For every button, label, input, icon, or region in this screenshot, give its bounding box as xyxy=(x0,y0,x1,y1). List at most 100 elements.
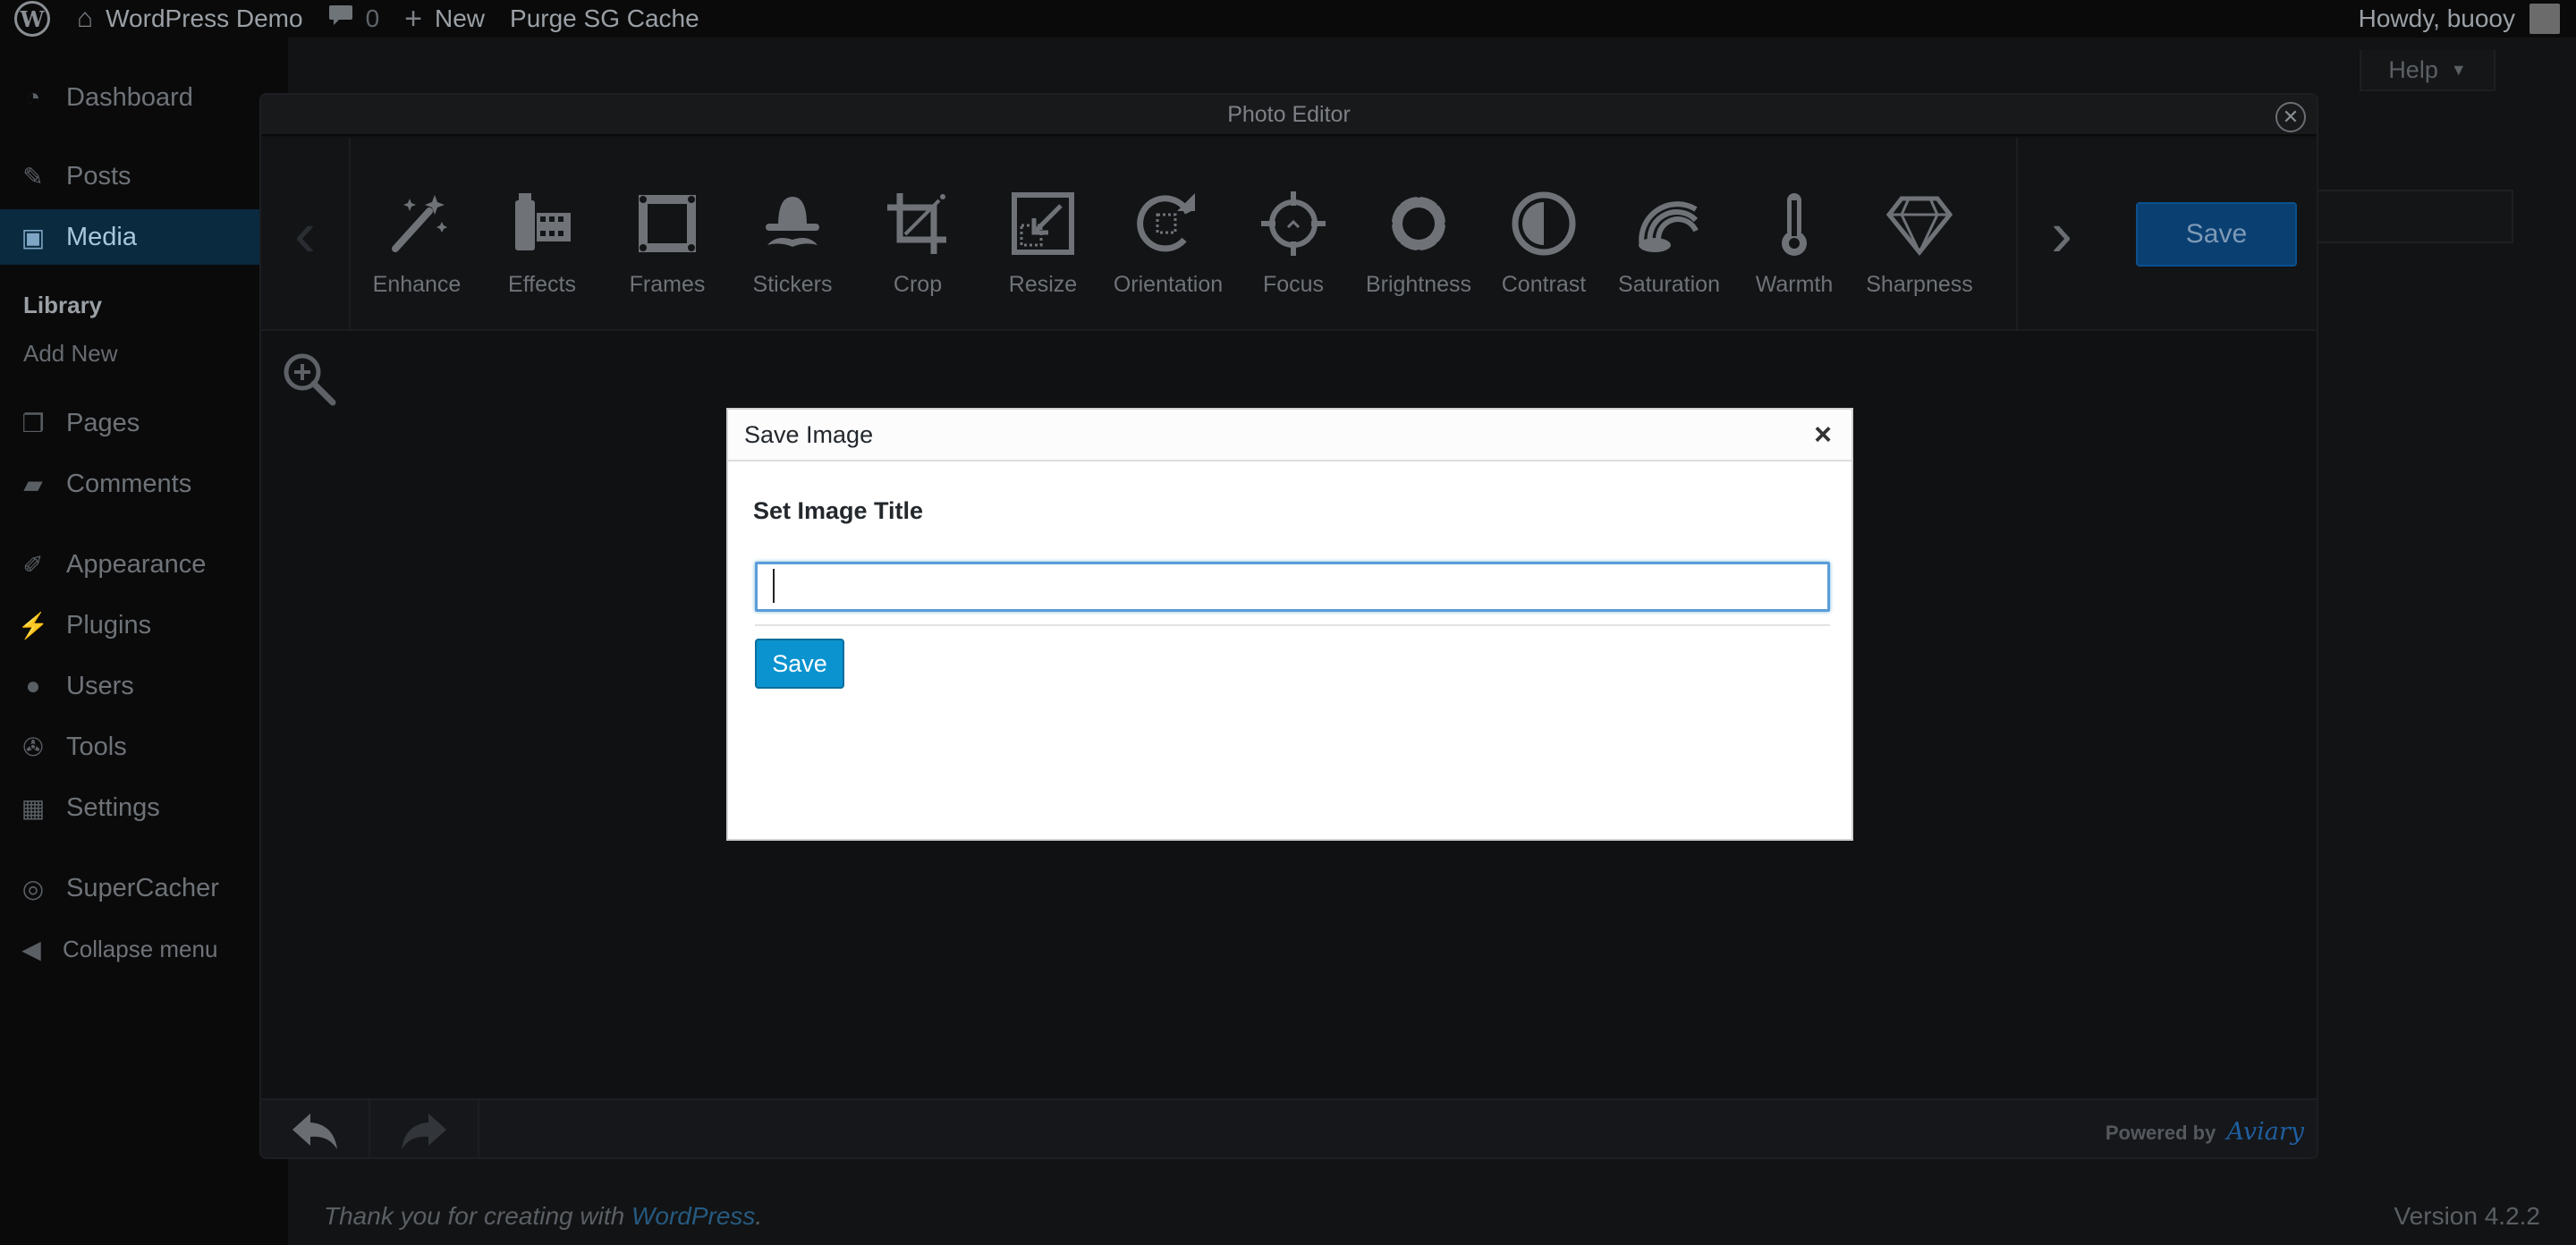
site-name-link[interactable]: ⌂ WordPress Demo xyxy=(77,0,303,38)
crosshair-icon xyxy=(1258,188,1329,259)
thermometer-icon xyxy=(1758,188,1830,259)
save-dialog-save-button[interactable]: Save xyxy=(755,639,844,689)
tool-effects[interactable]: Effects xyxy=(479,138,605,331)
tool-focus[interactable]: Focus xyxy=(1231,138,1356,331)
aviary-logo[interactable]: Aviary xyxy=(2226,1118,2304,1146)
tool-orientation[interactable]: Orientation xyxy=(1106,138,1231,331)
plug-icon: ⚡ xyxy=(17,611,49,639)
footer-thanks: Thank you for creating with WordPress. xyxy=(324,1202,763,1230)
sidebar-item-tools[interactable]: ✇ Tools xyxy=(0,719,288,775)
sidebar-item-settings[interactable]: ▦ Settings xyxy=(0,780,288,835)
magic-wand-icon xyxy=(381,188,453,259)
chevron-right-icon: › xyxy=(2051,199,2072,270)
frame-icon xyxy=(631,188,703,259)
photo-editor-toolbar: ‹ Enhance Effects Frames Stickers Crop R… xyxy=(261,138,2317,331)
tool-list: Enhance Effects Frames Stickers Crop Res… xyxy=(351,138,2016,331)
save-dialog-header: Save Image × xyxy=(728,410,1852,462)
sidebar-item-users[interactable]: ● Users xyxy=(0,658,288,714)
image-title-label: Set Image Title xyxy=(753,497,924,524)
sidebar-item-appearance[interactable]: ✐ Appearance xyxy=(0,537,288,592)
powered-by-aviary: Powered by Aviary xyxy=(2105,1118,2304,1146)
sidebar-item-plugins[interactable]: ⚡ Plugins xyxy=(0,597,288,653)
plus-icon: + xyxy=(404,1,422,36)
save-image-dialog: Save Image × Set Image Title Save xyxy=(726,408,1853,841)
sidebar-item-pages[interactable]: ❐ Pages xyxy=(0,395,288,451)
dashboard-icon: ◔ xyxy=(25,83,41,111)
save-dialog-title: Save Image xyxy=(744,420,874,448)
collapse-menu-button[interactable]: ◀ Collapse menu xyxy=(0,921,288,977)
redo-button[interactable] xyxy=(370,1100,479,1157)
tool-contrast[interactable]: Contrast xyxy=(1481,138,1606,331)
photo-editor-bottombar: Powered by Aviary xyxy=(261,1098,2317,1157)
pages-icon: ❐ xyxy=(21,409,45,437)
rotate-icon xyxy=(1132,188,1204,259)
photo-editor-title: Photo Editor xyxy=(1227,101,1351,127)
wordpress-logo-icon[interactable]: W xyxy=(14,1,50,37)
tool-enhance[interactable]: Enhance xyxy=(354,138,479,331)
tool-stickers[interactable]: Stickers xyxy=(730,138,855,331)
resize-icon xyxy=(1007,188,1079,259)
rainbow-icon xyxy=(1633,188,1705,259)
sidebar-item-media[interactable]: ▣ Media xyxy=(0,209,288,265)
tool-crop[interactable]: Crop xyxy=(855,138,980,331)
divider xyxy=(755,624,1830,626)
purge-cache-link[interactable]: Purge SG Cache xyxy=(510,0,699,38)
photo-editor-close-button[interactable]: ✕ xyxy=(2275,102,2306,132)
close-icon: ✕ xyxy=(2282,106,2300,128)
tool-resize[interactable]: Resize xyxy=(980,138,1106,331)
submenu-library[interactable]: Library xyxy=(23,292,102,319)
tool-warmth[interactable]: Warmth xyxy=(1732,138,1857,331)
tool-brightness[interactable]: Brightness xyxy=(1356,138,1481,331)
avatar xyxy=(2529,4,2560,34)
wrench-icon: ✇ xyxy=(22,733,44,761)
user-icon: ● xyxy=(25,672,41,699)
media-icon: ▣ xyxy=(21,223,46,251)
brush-icon: ✐ xyxy=(22,550,44,579)
tool-sharpness[interactable]: Sharpness xyxy=(1857,138,1982,331)
settings-icon: ▦ xyxy=(21,793,46,822)
admin-sidebar: ◔ Dashboard ✎ Posts ▣ Media Library Add … xyxy=(0,38,288,1245)
close-icon: × xyxy=(1814,417,1832,452)
wordpress-link[interactable]: WordPress xyxy=(631,1202,755,1230)
comments-link[interactable]: 0 xyxy=(328,0,380,38)
film-icon xyxy=(506,188,578,259)
comment-icon: ▰ xyxy=(23,470,43,498)
contrast-icon xyxy=(1508,188,1580,259)
tool-frames[interactable]: Frames xyxy=(605,138,730,331)
supercacher-icon: ◎ xyxy=(21,874,45,902)
text-caret xyxy=(773,569,775,603)
home-icon: ⌂ xyxy=(77,4,94,33)
sidebar-item-comments[interactable]: ▰ Comments xyxy=(0,456,288,512)
admin-bar: W ⌂ WordPress Demo 0 + New Purge SG Cach… xyxy=(0,0,2576,38)
sun-icon xyxy=(1383,188,1454,259)
crop-icon xyxy=(882,188,953,259)
caret-down-icon: ▼ xyxy=(2450,60,2467,79)
sidebar-item-dashboard[interactable]: ◔ Dashboard xyxy=(0,70,288,125)
undo-button[interactable] xyxy=(261,1100,370,1157)
photo-editor-titlebar: Photo Editor ✕ xyxy=(261,95,2317,136)
submenu-add-new[interactable]: Add New xyxy=(23,340,118,368)
sidebar-item-supercacher[interactable]: ◎ SuperCacher xyxy=(0,860,288,916)
diamond-icon xyxy=(1884,188,1955,259)
new-content-link[interactable]: + New xyxy=(404,0,485,38)
mustache-hat-icon xyxy=(757,188,828,259)
image-title-input[interactable] xyxy=(755,562,1830,612)
sidebar-item-posts[interactable]: ✎ Posts xyxy=(0,148,288,204)
pin-icon: ✎ xyxy=(22,162,44,191)
tools-prev-button[interactable]: ‹ xyxy=(261,138,351,331)
collapse-icon: ◀ xyxy=(21,935,41,963)
tool-saturation[interactable]: Saturation xyxy=(1606,138,1732,331)
redo-icon xyxy=(402,1114,446,1149)
comment-bubble-icon xyxy=(328,4,353,34)
undo-icon xyxy=(292,1114,337,1149)
greeting: Howdy, buooy xyxy=(2358,4,2515,32)
tools-next-button[interactable]: › xyxy=(2016,138,2106,331)
comments-count: 0 xyxy=(365,4,380,32)
photo-editor-save-button[interactable]: Save xyxy=(2136,202,2297,267)
chevron-left-icon: ‹ xyxy=(294,199,316,270)
help-tab[interactable]: Help ▼ xyxy=(2360,50,2496,91)
zoom-in-icon[interactable] xyxy=(281,351,338,408)
my-account-link[interactable]: Howdy, buooy xyxy=(2359,4,2560,34)
save-dialog-close-button[interactable]: × xyxy=(1807,417,1839,452)
footer-version: Version 4.2.2 xyxy=(2394,1202,2540,1230)
